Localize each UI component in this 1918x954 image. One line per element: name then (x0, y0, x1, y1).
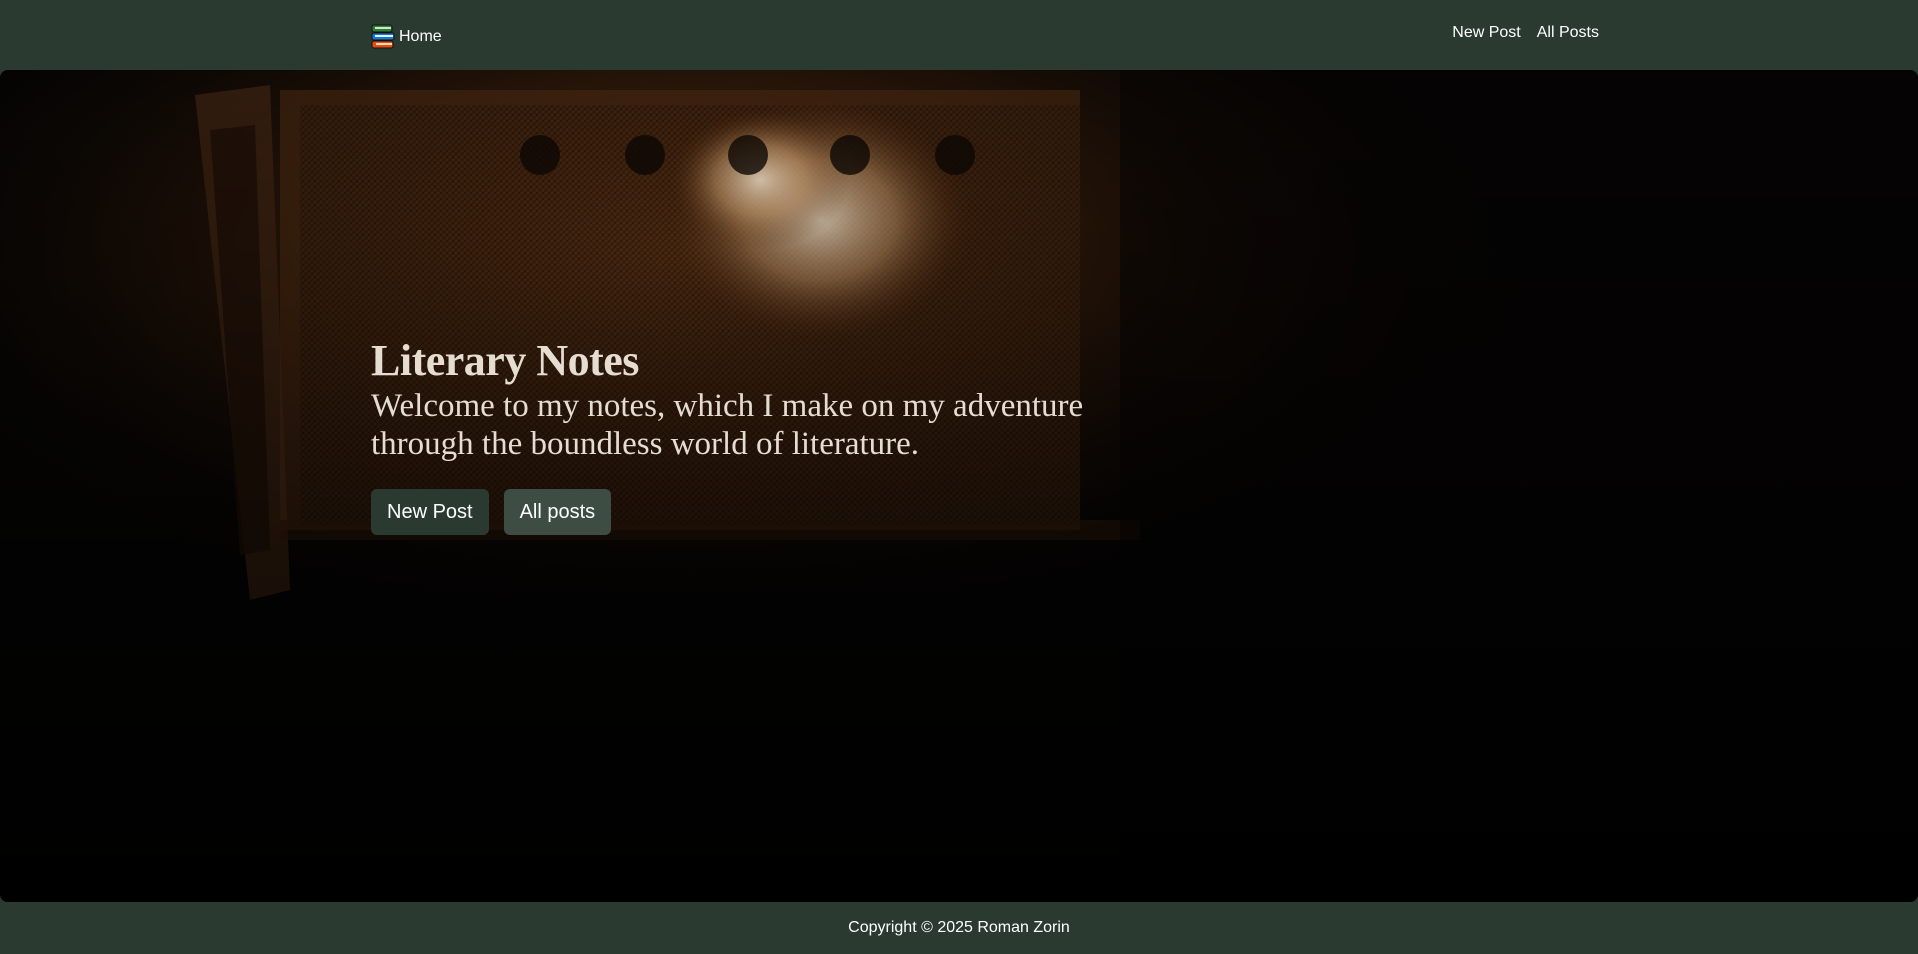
hero-buttons: New Post All posts (371, 489, 1171, 535)
footer: Copyright © 2025 Roman Zorin (0, 902, 1918, 954)
home-link[interactable]: Home (371, 24, 442, 50)
hero-section: Literary Notes Welcome to my notes, whic… (0, 70, 1918, 902)
nav-new-post-link[interactable]: New Post (1452, 24, 1520, 42)
books-icon (371, 24, 395, 50)
copyright-text: Copyright © 2025 Roman Zorin (848, 919, 1070, 936)
hero-content: Literary Notes Welcome to my notes, whic… (371, 335, 1171, 535)
new-post-button[interactable]: New Post (371, 489, 489, 535)
hero-subtitle: Welcome to my notes, which I make on my … (371, 388, 1084, 462)
all-posts-button[interactable]: All posts (503, 489, 612, 535)
page-title: Literary Notes (371, 336, 639, 385)
nav-all-posts-link[interactable]: All Posts (1537, 24, 1599, 42)
nav-links: New Post All Posts (1452, 24, 1599, 42)
navbar: Home New Post All Posts (0, 0, 1918, 70)
home-label: Home (399, 28, 442, 45)
